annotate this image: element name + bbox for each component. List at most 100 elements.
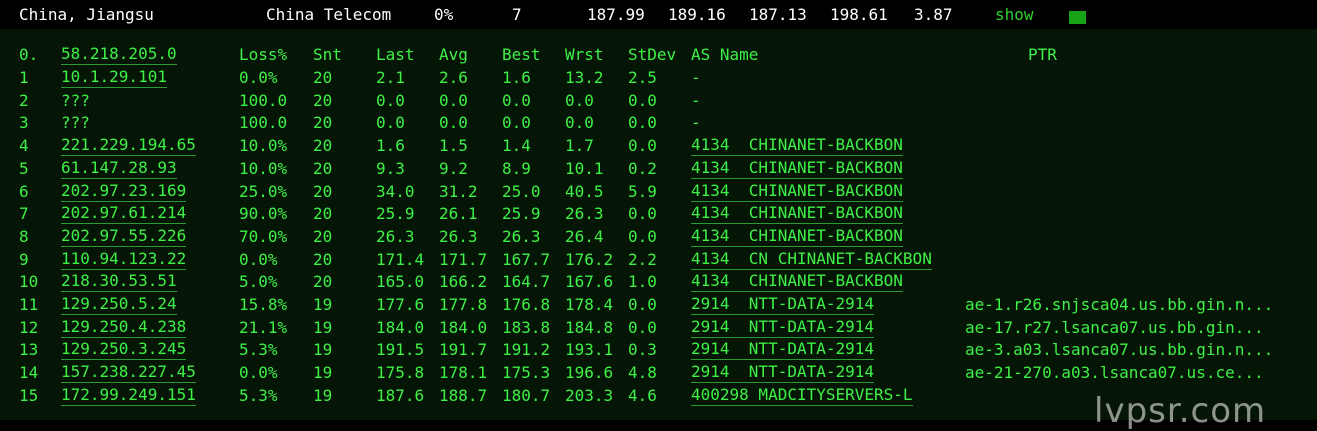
hop-avg: 166.2 (439, 272, 488, 292)
summary-wrst: 198.61 (830, 5, 888, 24)
hop-best: 180.7 (502, 385, 551, 405)
summary-last: 187.99 (587, 5, 645, 24)
hop-best: 1.6 (502, 68, 531, 87)
hop-avg: 191.7 (439, 340, 488, 360)
hop-host[interactable]: 172.99.249.151 (61, 385, 196, 406)
summary-snt: 7 (512, 5, 522, 24)
hop-avg: 184.0 (439, 317, 488, 337)
header-wrst: Wrst (565, 45, 604, 64)
hop-best: 0.0 (502, 90, 531, 110)
hop-loss: 10.0% (239, 136, 288, 156)
hop-number: 10 (19, 272, 39, 292)
hop-ptr: ae-3.a03.lsanca07.us.bb.gin.n... (965, 340, 1274, 360)
hop-wrst: 176.2 (565, 249, 614, 269)
hop-host[interactable]: 221.229.194.65 (61, 135, 196, 157)
table-row: 2??? 100.0 20 0.0 0.0 0.0 0.0 0.0 - (0, 90, 1317, 112)
hop-wrst: 203.3 (565, 385, 614, 405)
hop-host[interactable]: 157.238.227.45 (61, 362, 196, 384)
hop-host[interactable]: 202.97.61.214 (61, 203, 187, 225)
hop-host[interactable]: 110.94.123.22 (61, 249, 187, 270)
hop-loss: 0.0% (239, 68, 278, 87)
hop-host[interactable]: 61.147.28.93 (61, 158, 177, 179)
hop-avg: 9.2 (439, 158, 468, 178)
header-ptr: PTR (1028, 45, 1057, 64)
hop-avg: 177.8 (439, 295, 488, 314)
hop-host[interactable]: 129.250.3.245 (61, 339, 187, 361)
hop-last: 25.9 (376, 204, 415, 224)
hop-snt: 20 (313, 113, 333, 133)
hop-host[interactable]: 202.97.55.226 (61, 226, 187, 247)
hop-loss: 70.0% (239, 226, 288, 246)
hop-avg: 178.1 (439, 363, 488, 383)
hop-number: 7 (19, 204, 29, 224)
hop-best: 164.7 (502, 272, 551, 292)
table-row: 13 129.250.3.245 5.3% 19 191.5 191.7 191.2 193.… (0, 339, 1317, 361)
hop-host[interactable]: 129.250.4.238 (61, 317, 187, 338)
watermark: lvpsr.com (1094, 391, 1267, 431)
hop-as-name[interactable]: 4134 CHINANET-BACKBON (691, 203, 903, 225)
hop-last: 1.6 (376, 136, 405, 156)
hop-wrst: 178.4 (565, 295, 614, 314)
hop-last: 165.0 (376, 272, 425, 292)
hop-as-name[interactable]: 4134 CHINANET-BACKBON (691, 135, 903, 157)
hop-last: 191.5 (376, 340, 425, 360)
show-link[interactable]: show (995, 5, 1034, 24)
hop-stdev: 0.0 (628, 295, 657, 314)
hop-loss: 10.0% (239, 158, 288, 178)
hop-snt: 20 (313, 158, 333, 178)
hop-stdev: 0.0 (628, 226, 657, 246)
hop-best: 8.9 (502, 158, 531, 178)
summary-avg: 189.16 (668, 5, 726, 24)
hop-as-name[interactable]: 4134 CHINANET-BACKBON (691, 158, 903, 179)
hop-stdev: 0.0 (628, 204, 657, 224)
hop-ptr: ae-1.r26.snjsca04.us.bb.gin.n... (965, 295, 1274, 314)
hop-as-name[interactable]: 4134 CHINANET-BACKBON (691, 226, 903, 247)
hop-best: 191.2 (502, 340, 551, 360)
hop-snt: 20 (313, 181, 333, 201)
hop-avg: 31.2 (439, 181, 478, 201)
header-host[interactable]: 58.218.205.0 (61, 44, 177, 65)
hop-as-name[interactable]: 4134 CN CHINANET-BACKBON (691, 249, 932, 270)
header-index: 0. (19, 45, 39, 64)
hop-as-name[interactable]: 2914 NTT-DATA-2914 (691, 339, 875, 361)
hop-as-name[interactable]: 4134 CHINANET-BACKBON (691, 271, 903, 293)
hop-loss: 90.0% (239, 204, 288, 224)
hop-last: 9.3 (376, 158, 405, 178)
hop-last: 2.1 (376, 68, 405, 87)
hop-as-name[interactable]: 2914 NTT-DATA-2914 (691, 362, 875, 384)
hop-last: 177.6 (376, 295, 425, 314)
header-snt: Snt (313, 45, 342, 64)
hop-last: 0.0 (376, 113, 405, 133)
hop-avg: 0.0 (439, 90, 468, 110)
hop-best: 167.7 (502, 249, 551, 269)
hop-last: 34.0 (376, 181, 415, 201)
hop-number: 2 (19, 90, 29, 110)
hop-host[interactable]: 10.1.29.101 (61, 67, 167, 88)
hop-host[interactable]: 218.30.53.51 (61, 271, 177, 293)
hop-best: 175.3 (502, 363, 551, 383)
hop-snt: 19 (313, 340, 333, 360)
hop-snt: 20 (313, 272, 333, 292)
hop-as-name[interactable]: 2914 NTT-DATA-2914 (691, 317, 875, 338)
hop-snt: 20 (313, 90, 333, 110)
hop-number: 13 (19, 340, 39, 360)
summary-bar: China, Jiangsu China Telecom 0% 7 187.99… (0, 0, 1317, 29)
table-row: 3??? 100.0 20 0.0 0.0 0.0 0.0 0.0 - (0, 112, 1317, 134)
table-header: 0. 58.218.205.0 Loss% Snt Last Avg Best … (0, 44, 1317, 66)
hop-avg: 0.0 (439, 113, 468, 133)
hop-host[interactable]: 129.250.5.24 (61, 294, 177, 315)
hop-loss: 0.0% (239, 249, 278, 269)
hop-best: 176.8 (502, 295, 551, 314)
hop-stdev: 0.0 (628, 90, 657, 110)
header-last: Last (376, 45, 415, 64)
summary-loss: 0% (434, 5, 454, 24)
hop-host[interactable]: 202.97.23.169 (61, 181, 187, 202)
hop-as-name[interactable]: 400298 MADCITYSERVERS-L (691, 385, 913, 406)
hop-as-name[interactable]: 2914 NTT-DATA-2914 (691, 294, 875, 315)
hop-wrst: 1.7 (565, 136, 594, 156)
hop-wrst: 184.8 (565, 317, 614, 337)
hop-number: 11 (19, 295, 39, 314)
hop-as-name[interactable]: 4134 CHINANET-BACKBON (691, 181, 903, 202)
hop-snt: 20 (313, 204, 333, 224)
hop-as-name: - (691, 113, 701, 133)
